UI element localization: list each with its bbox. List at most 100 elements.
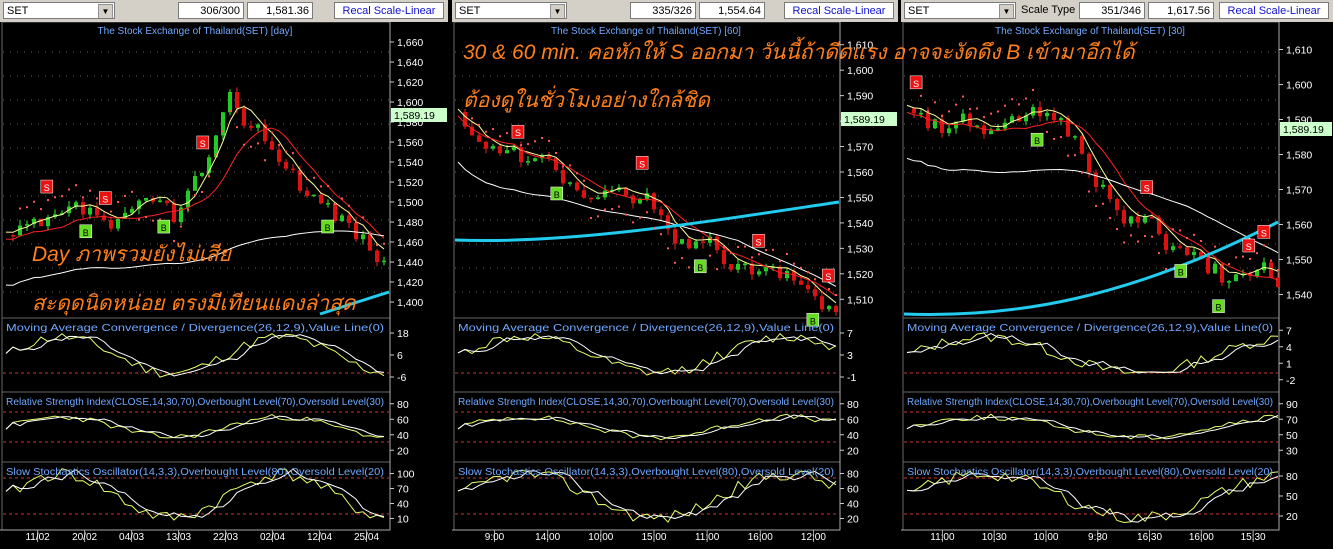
sell-signal-marker[interactable]: S [1257,225,1271,239]
price_ticks-tick: 1,500 [397,197,423,209]
rsi_ticks-tick: 80 [397,399,409,411]
sto_ticks-tick: 20 [847,514,859,526]
sell-signal-marker[interactable]: S [752,234,765,248]
macd_ticks-tick: -2 [1286,375,1295,387]
buy-signal-marker[interactable]: B [1174,264,1187,278]
macd-title: Moving Average Convergence / Divergence(… [458,323,834,334]
chart-canvas[interactable]: 1,6601,6401,6201,6001,5801,5601,5401,520… [0,22,448,549]
rsi_ticks-tick: 60 [397,414,409,426]
macd_ticks-tick: -6 [397,372,406,384]
sto-title: Slow Stochastics Oscillator(14,3,3),Over… [458,467,834,478]
price_ticks-tick: 1,560 [397,137,423,149]
price_ticks-tick: 1,440 [397,257,423,269]
svg-text:1,589.19: 1,589.19 [1283,124,1324,136]
bar-count: 335/326 [630,2,696,19]
svg-text:B: B [83,228,89,238]
sell-signal-marker[interactable]: S [1242,238,1256,253]
buy-signal-marker[interactable]: B [694,259,707,274]
buy-signal-marker[interactable]: B [321,219,334,234]
svg-text:S: S [1246,242,1252,252]
macd-title: Moving Average Convergence / Divergence(… [6,323,384,334]
chevron-down-icon[interactable]: ▼ [999,4,1014,18]
sell-signal-marker[interactable]: S [1140,180,1153,194]
date-tick: 11:00 [930,532,955,543]
sell-signal-marker[interactable]: S [909,75,923,90]
date-tick: 25/04 [354,532,379,543]
price_ticks-tick: 1,600 [1286,80,1312,92]
rsi_ticks-tick: 40 [397,430,409,442]
sell-signal-marker[interactable]: S [196,135,210,150]
chevron-down-icon[interactable]: ▼ [550,4,565,18]
rsi_ticks-tick: 20 [397,445,409,457]
rsi_ticks-tick: 70 [1286,414,1298,426]
svg-text:B: B [161,223,167,233]
date-tick: 10:00 [1033,532,1058,543]
sell-signal-marker[interactable]: S [40,179,54,194]
sto-title: Slow Stochastics Oscillator(14,3,3),Over… [6,467,384,478]
chart-panel-1: SET ▼ 306/300 1,581.36 Recal Scale-Linear 1,6… [0,0,448,549]
chevron-down-icon[interactable]: ▼ [98,4,113,18]
bar-count: 351/346 [1079,2,1145,19]
sto_ticks-tick: 100 [397,469,415,481]
rsi_ticks-tick: 30 [1286,445,1298,457]
price_ticks-tick: 1,560 [1286,220,1312,232]
svg-text:1,589.19: 1,589.19 [844,114,885,126]
current-price-badge: 1,589.19 [841,112,897,126]
date-tick: 22/03 [213,532,238,543]
price_ticks-tick: 1,480 [397,217,423,229]
sell-signal-marker[interactable]: S [635,156,649,170]
chart-canvas[interactable]: 1,6101,6001,5901,5801,5701,5601,5501,540… [901,22,1333,549]
sell-signal-marker[interactable]: S [822,268,835,283]
svg-text:B: B [1178,267,1184,277]
svg-text:S: S [1144,184,1150,194]
date-tick: 9:30 [1088,532,1108,543]
annotation-intraday-line2: ต้องดูในชั่วโมงอย่างใกล้ชิด [463,89,710,112]
symbol-select[interactable]: SET ▼ [3,2,115,19]
price_ticks-tick: 1,420 [397,277,423,289]
price_ticks-tick: 1,460 [397,237,423,249]
date-tick: 16:00 [1189,532,1214,543]
price_ticks-tick: 1,550 [847,192,873,204]
buy-signal-marker[interactable]: B [1030,132,1044,147]
price_ticks-tick: 1,540 [397,157,423,169]
chart-toolbar: SET ▼ 306/300 1,581.36 Recal Scale-Linear [0,0,448,23]
rsi_ticks-tick: 20 [847,445,859,457]
macd_ticks-tick: 7 [847,328,853,340]
chart-toolbar: SET ▼ Scale Type 351/346 1,617.56 Recal Scale… [901,0,1333,23]
price_ticks-tick: 1,510 [847,294,873,306]
annotation-day-line2: สะดุดนิดหน่อย ตรงมีเทียนแดงล่าสุด [32,292,356,315]
sto_ticks-tick: 50 [1286,491,1298,503]
date-tick: 10:00 [588,532,613,543]
price_ticks-tick: 1,550 [1286,255,1312,267]
sto_ticks-tick: 70 [397,484,409,496]
svg-text:1,589.19: 1,589.19 [394,110,435,122]
macd_ticks-tick: 6 [397,350,403,362]
rsi_ticks-tick: 90 [1286,399,1298,411]
rsi-title: Relative Strength Index(CLOSE,14,30,70),… [907,397,1273,408]
chart-title: The Stock Exchange of Thailand(SET) [day… [98,26,293,37]
rsi-title: Relative Strength Index(CLOSE,14,30,70),… [458,397,834,408]
last-price: 1,554.64 [699,2,765,19]
recal-scale-button[interactable]: Recal Scale-Linear [334,2,444,19]
svg-text:B: B [325,223,331,233]
buy-signal-marker[interactable]: B [550,186,564,201]
date-tick: 12/04 [307,532,332,543]
date-tick: 16:30 [1137,532,1162,543]
recal-scale-button[interactable]: Recal Scale-Linear [1219,2,1329,19]
rsi_ticks-tick: 60 [847,414,859,426]
buy-signal-marker[interactable]: B [157,219,171,234]
buy-signal-marker[interactable]: B [79,224,93,239]
price_ticks-tick: 1,530 [847,243,873,255]
buy-signal-marker[interactable]: B [1212,299,1225,313]
svg-text:B: B [1216,303,1222,313]
svg-text:S: S [200,139,206,149]
macd_ticks-tick: 4 [1286,342,1292,354]
sell-signal-marker[interactable]: S [511,124,525,139]
svg-text:S: S [515,128,521,138]
scale-type-label: Scale Type [1021,4,1076,16]
recal-scale-button[interactable]: Recal Scale-Linear [784,2,894,19]
symbol-select[interactable]: SET ▼ [904,2,1016,19]
sto_ticks-tick: 10 [397,514,409,526]
sell-signal-marker[interactable]: S [99,191,112,205]
symbol-select[interactable]: SET ▼ [455,2,567,19]
